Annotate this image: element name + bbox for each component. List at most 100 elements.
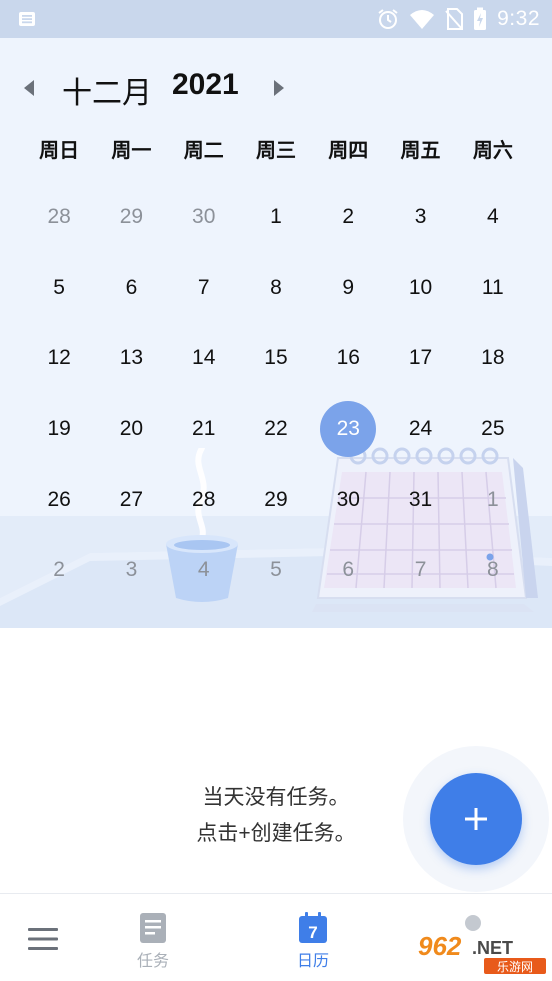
tab-calendar-label: 日历	[296, 953, 329, 970]
alarm-icon	[378, 9, 398, 29]
clock-time: 9:32	[497, 7, 540, 30]
calendar-day-number: 31	[408, 487, 433, 511]
add-task-button[interactable]	[430, 773, 522, 865]
wifi-icon	[410, 10, 435, 29]
calendar-day[interactable]: 6	[312, 535, 384, 606]
calendar-day[interactable]: 11	[457, 253, 529, 324]
calendar-day[interactable]: 30	[312, 464, 384, 535]
tab-tasks[interactable]: 任务	[113, 912, 193, 972]
calendar-day[interactable]: 5	[240, 535, 312, 606]
calendar-day-number: 28	[47, 205, 71, 229]
calendar-day-number: 17	[408, 346, 433, 370]
menu-icon[interactable]	[28, 926, 58, 952]
calendar-day[interactable]: 5	[23, 253, 95, 324]
calendar-day-today[interactable]: 23	[312, 394, 384, 465]
calendar-day[interactable]: 28	[23, 182, 95, 253]
calendar-week-row: 2 3 4 5 6 7 8	[23, 535, 529, 606]
calendar-day-number: 24	[408, 417, 433, 441]
calendar-day-number: 12	[47, 346, 71, 370]
calendar-day-number: 2	[53, 558, 65, 582]
year-label: 2021	[172, 68, 239, 101]
weekday-label: 周一	[111, 140, 152, 162]
calendar-day-number: 26	[47, 487, 71, 511]
calendar-day[interactable]: 10	[384, 253, 456, 324]
watermark-brand: 962	[418, 931, 462, 961]
weekday-label: 周二	[183, 140, 224, 162]
calendar-day-number: 4	[197, 558, 210, 582]
calendar-day-number: 4	[486, 205, 499, 229]
calendar-day-number: 30	[336, 487, 360, 511]
calendar-week-row: 26 27 28 29 30 31 1	[23, 464, 529, 535]
weekday-label: 周六	[472, 140, 513, 162]
calendar-day[interactable]: 7	[384, 535, 456, 606]
calendar-day-number: 14	[192, 346, 216, 370]
next-month-arrow-icon[interactable]	[268, 77, 288, 99]
calendar-day[interactable]: 29	[95, 182, 167, 253]
calendar-day-number: 28	[192, 487, 216, 511]
calendar-day[interactable]: 4	[168, 535, 240, 606]
calendar-day[interactable]: 24	[384, 394, 456, 465]
calendar-day-number: 5	[53, 275, 65, 299]
weekday-header-row: 周日 周一 周二 周三 周四 周五 周六	[23, 134, 529, 164]
calendar-day[interactable]: 8	[457, 535, 529, 606]
calendar-day[interactable]: 20	[95, 394, 167, 465]
calendar-day[interactable]: 15	[240, 323, 312, 394]
calendar-day[interactable]: 13	[95, 323, 167, 394]
calendar-day[interactable]: 7	[168, 253, 240, 324]
calendar-day[interactable]: 1	[457, 464, 529, 535]
calendar-day[interactable]: 29	[240, 464, 312, 535]
calendar-day-number: 7	[197, 275, 210, 299]
calendar-day-number: 29	[119, 205, 144, 229]
calendar-day-number: 1	[270, 205, 282, 229]
calendar-day-number: 18	[481, 346, 505, 370]
watermark-suffix: .NET	[472, 938, 513, 958]
calendar-day-number: 10	[408, 275, 433, 299]
calendar-week-row: 12 13 14 15 16 17 18	[23, 323, 529, 394]
calendar-day[interactable]: 21	[168, 394, 240, 465]
calendar-day[interactable]: 8	[240, 253, 312, 324]
calendar-panel: 十二月 2021 周日 周一 周二 周三 周四 周五 周六 28 29 30 1 2 3 4…	[0, 38, 552, 628]
watermark-caption: 乐游网	[497, 960, 533, 974]
calendar-day-number: 7	[414, 558, 427, 582]
calendar-day[interactable]: 25	[457, 394, 529, 465]
calendar-day-number: 9	[342, 275, 355, 299]
calendar-day[interactable]: 4	[457, 182, 529, 253]
calendar-day[interactable]: 6	[95, 253, 167, 324]
calendar-day-number: 6	[125, 275, 138, 299]
calendar-day[interactable]: 16	[312, 323, 384, 394]
calendar-day[interactable]: 26	[23, 464, 95, 535]
calendar-day[interactable]: 1	[240, 182, 312, 253]
calendar-day[interactable]: 30	[168, 182, 240, 253]
calendar-day[interactable]: 31	[384, 464, 456, 535]
calendar-day-number: 21	[192, 417, 216, 441]
tab-tasks-label: 任务	[136, 953, 169, 970]
calendar-day[interactable]: 28	[168, 464, 240, 535]
weekday-label: 周四	[328, 140, 369, 162]
calendar-day[interactable]: 2	[312, 182, 384, 253]
calendar-day-number: 29	[264, 487, 288, 511]
calendar-tab-icon: 7	[299, 912, 327, 943]
calendar-day-number: 13	[119, 346, 144, 370]
calendar-day[interactable]: 3	[95, 535, 167, 606]
calendar-day[interactable]: 19	[23, 394, 95, 465]
calendar-day[interactable]: 2	[23, 535, 95, 606]
weekday-label: 周日	[39, 140, 80, 162]
month-header: 十二月 2021	[0, 68, 320, 110]
calendar-day-number: 3	[125, 558, 138, 582]
calendar-day[interactable]: 22	[240, 394, 312, 465]
previous-month-arrow-icon[interactable]	[20, 77, 40, 99]
tab-calendar[interactable]: 7 日历	[273, 912, 353, 972]
calendar-day-number: 23	[336, 417, 360, 441]
calendar-day-number: 2	[342, 205, 355, 229]
weekday-label: 周五	[400, 140, 441, 162]
calendar-day-number: 15	[264, 346, 288, 370]
calendar-day[interactable]: 3	[384, 182, 456, 253]
calendar-day[interactable]: 14	[168, 323, 240, 394]
calendar-day[interactable]: 27	[95, 464, 167, 535]
weekday-label: 周三	[255, 140, 296, 162]
calendar-day[interactable]: 12	[23, 323, 95, 394]
calendar-day[interactable]: 18	[457, 323, 529, 394]
calendar-day[interactable]: 17	[384, 323, 456, 394]
calendar-day[interactable]: 9	[312, 253, 384, 324]
month-label: 十二月	[62, 77, 152, 110]
